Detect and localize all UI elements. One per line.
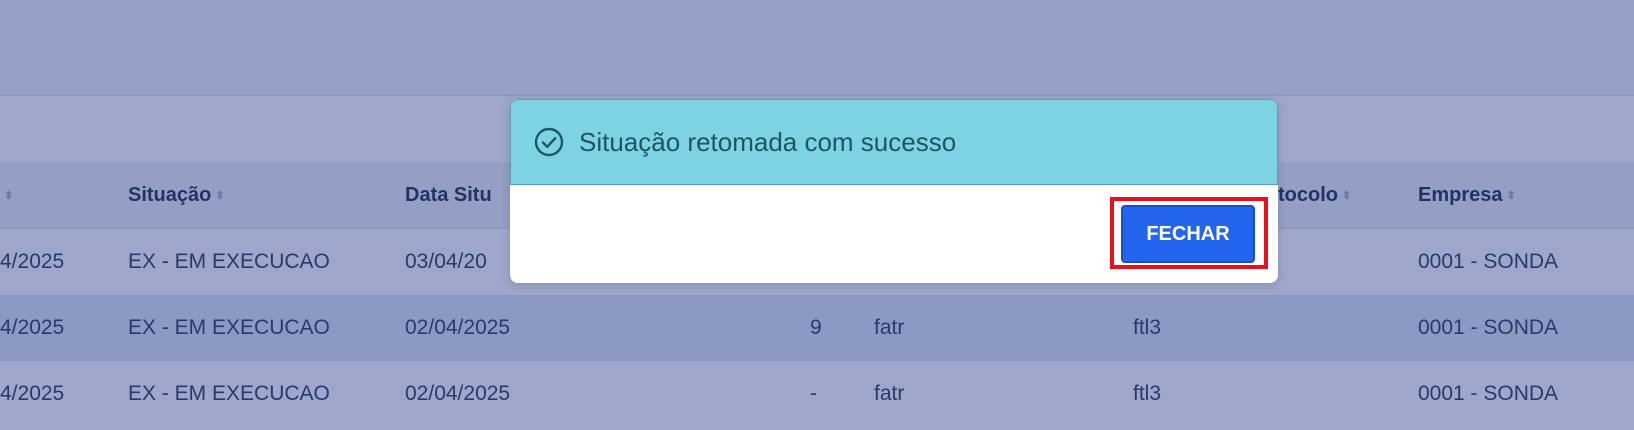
success-message: Situação retomada com sucesso bbox=[579, 126, 957, 157]
success-dialog: Situação retomada com sucesso FECHAR bbox=[510, 99, 1278, 283]
success-alert: Situação retomada com sucesso bbox=[510, 99, 1278, 185]
dialog-footer: FECHAR bbox=[510, 185, 1278, 283]
check-circle-icon bbox=[534, 127, 564, 157]
close-button[interactable]: FECHAR bbox=[1121, 205, 1255, 263]
